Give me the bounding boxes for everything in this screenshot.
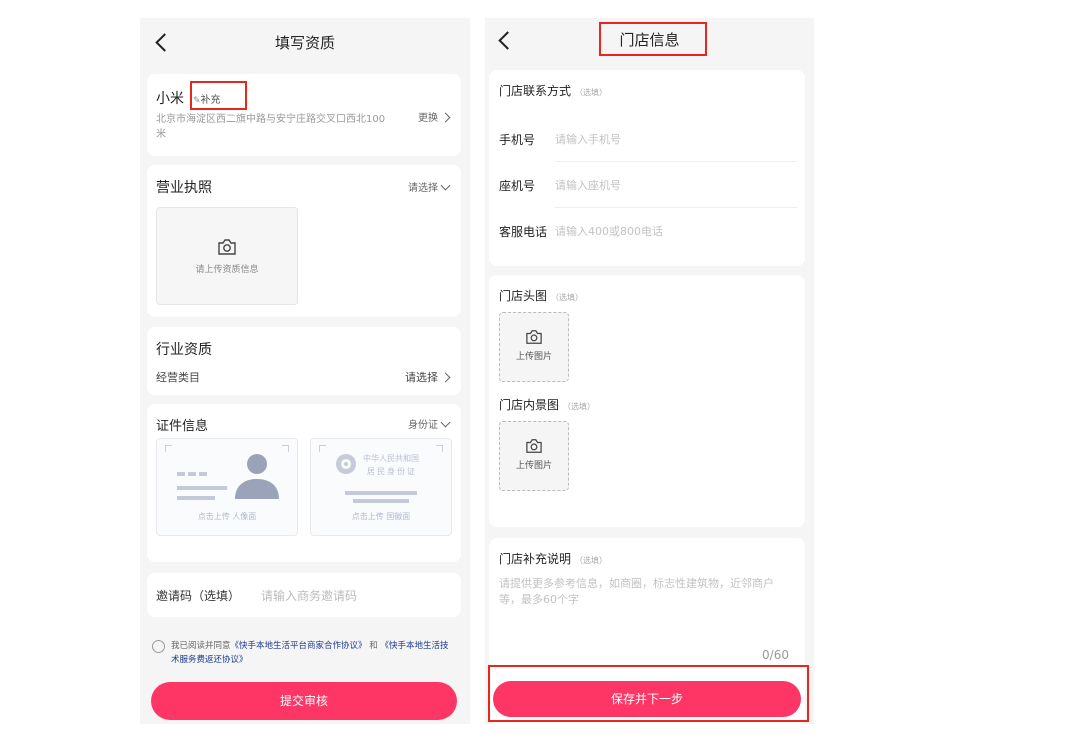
optional-tag: （选填）	[575, 556, 608, 565]
id-text-lines	[177, 461, 227, 500]
highlight-box-supplement	[190, 81, 247, 110]
contact-title: 门店联系方式 （选填）	[499, 82, 607, 99]
highlight-box-title	[599, 22, 707, 56]
interior-title-label: 门店内景图	[499, 398, 560, 412]
notes-title-label: 门店补充说明	[499, 552, 572, 566]
certificate-title: 证件信息	[156, 419, 209, 434]
interior-upload[interactable]: 上传图片	[499, 421, 569, 491]
images-card: 门店头图 （选填） 上传图片 门店内景图 （选填） 上传图片	[489, 275, 805, 527]
shop-name: 小米	[156, 91, 184, 107]
landline-input[interactable]: 请输入座机号	[555, 177, 621, 193]
contact-title-label: 门店联系方式	[499, 84, 572, 98]
id-portrait-hint: 点击上传 人像面	[197, 512, 257, 521]
corner-mark	[436, 445, 443, 452]
category-select[interactable]: 请选择	[405, 369, 451, 385]
id-emblem-hint: 点击上传 国徽面	[351, 512, 411, 521]
category-label: 经营类目	[156, 371, 200, 384]
invite-card: 邀请码（选填） 请输入商务邀请码	[147, 573, 461, 617]
phone-input[interactable]: 请输入手机号	[555, 131, 621, 147]
license-title: 营业执照	[156, 180, 212, 196]
notes-title: 门店补充说明 （选填）	[499, 550, 607, 567]
certificate-type-select[interactable]: 身份证	[408, 416, 451, 431]
license-upload-hint: 请上传资质信息	[195, 265, 259, 275]
page-title: 填写资质	[274, 34, 335, 52]
optional-tag: （选填）	[551, 293, 584, 302]
landline-label: 座机号	[499, 179, 536, 193]
camera-icon	[218, 239, 236, 255]
agreement-link-1[interactable]: 《快手本地生活平台商家合作协议》	[231, 641, 367, 651]
emblem-card-line1: 中华人民共和国	[363, 454, 419, 463]
service-input[interactable]: 请输入400或800电话	[555, 223, 663, 239]
agreement-and: 和	[369, 641, 378, 651]
camera-icon	[526, 330, 542, 344]
avatar-title: 门店头图 （选填）	[499, 287, 583, 304]
id-emblem-upload[interactable]: 中华人民共和国 居民身份证 点击上传 国徽面	[310, 438, 452, 536]
certificate-type-label: 身份证	[408, 420, 438, 431]
license-card: 营业执照 请选择 请上传资质信息	[147, 165, 461, 317]
submit-button[interactable]: 提交审核	[151, 682, 457, 720]
notes-placeholder: 请提供更多参考信息，如商圈，标志性建筑物，近邻商户等，最多60个字	[499, 577, 774, 606]
industry-title: 行业资质	[156, 342, 212, 358]
id-portrait-upload[interactable]: 点击上传 人像面	[156, 438, 298, 536]
chevron-right-icon	[440, 112, 451, 122]
industry-card: 行业资质 经营类目 请选择	[147, 327, 461, 395]
chevron-right-icon	[440, 372, 451, 382]
camera-icon	[526, 439, 542, 453]
license-select[interactable]: 请选择	[408, 179, 451, 194]
divider	[555, 161, 797, 162]
service-label: 客服电话	[499, 225, 548, 239]
interior-title: 门店内景图 （选填）	[499, 396, 595, 413]
portrait-silhouette-icon	[235, 454, 279, 499]
emblem-bar	[353, 499, 409, 503]
corner-mark	[319, 445, 326, 452]
highlight-box-save	[488, 665, 809, 722]
optional-tag: （选填）	[563, 402, 596, 411]
national-emblem-icon	[336, 454, 356, 474]
chevron-down-icon	[440, 417, 451, 427]
category-select-label: 请选择	[405, 371, 438, 384]
agreement-text: 我已阅读并同意《快手本地生活平台商家合作协议》 和 《快手本地生活技术服务费返还…	[171, 639, 453, 667]
license-select-label: 请选择	[408, 183, 438, 194]
shop-address: 北京市海淀区西二旗中路与安宁庄路交叉口西北100米	[156, 114, 386, 140]
corner-mark	[282, 445, 289, 452]
avatar-upload[interactable]: 上传图片	[499, 312, 569, 382]
phone-label: 手机号	[499, 133, 536, 147]
change-label: 更换	[418, 113, 438, 124]
license-upload[interactable]: 请上传资质信息	[156, 207, 298, 305]
optional-tag: （选填）	[575, 88, 608, 97]
certificate-card: 证件信息 身份证 点击上传 人像面 中华人民共和国 居民身份证 点击上传 国徽面	[147, 404, 461, 562]
notes-counter: 0/60	[762, 648, 789, 662]
left-screen: 填写资质 小米 ✎补充 北京市海淀区西二旗中路与安宁庄路交叉口西北100米 更换…	[140, 18, 470, 724]
left-header: 填写资质	[140, 18, 470, 64]
emblem-bar	[345, 491, 417, 495]
agreement-prefix: 我已阅读并同意	[171, 641, 231, 651]
invite-input[interactable]: 请输入商务邀请码	[261, 587, 357, 604]
invite-label: 邀请码（选填）	[156, 589, 241, 603]
agreement-radio[interactable]	[152, 640, 165, 653]
avatar-upload-label: 上传图片	[515, 352, 552, 362]
emblem-card-line2: 居民身份证	[367, 467, 417, 476]
divider	[555, 207, 797, 208]
corner-mark	[165, 445, 172, 452]
contact-card: 门店联系方式 （选填） 手机号 请输入手机号 座机号 请输入座机号 客服电话 请输…	[489, 70, 805, 266]
avatar-title-label: 门店头图	[499, 289, 548, 303]
interior-upload-label: 上传图片	[515, 461, 552, 471]
chevron-down-icon	[440, 180, 451, 190]
notes-textarea[interactable]: 请提供更多参考信息，如商圈，标志性建筑物，近邻商户等，最多60个字	[499, 576, 795, 672]
right-screen: 门店信息 门店联系方式 （选填） 手机号 请输入手机号 座机号 请输入座机号 客服…	[485, 18, 814, 724]
change-shop-button[interactable]: 更换	[418, 109, 451, 124]
